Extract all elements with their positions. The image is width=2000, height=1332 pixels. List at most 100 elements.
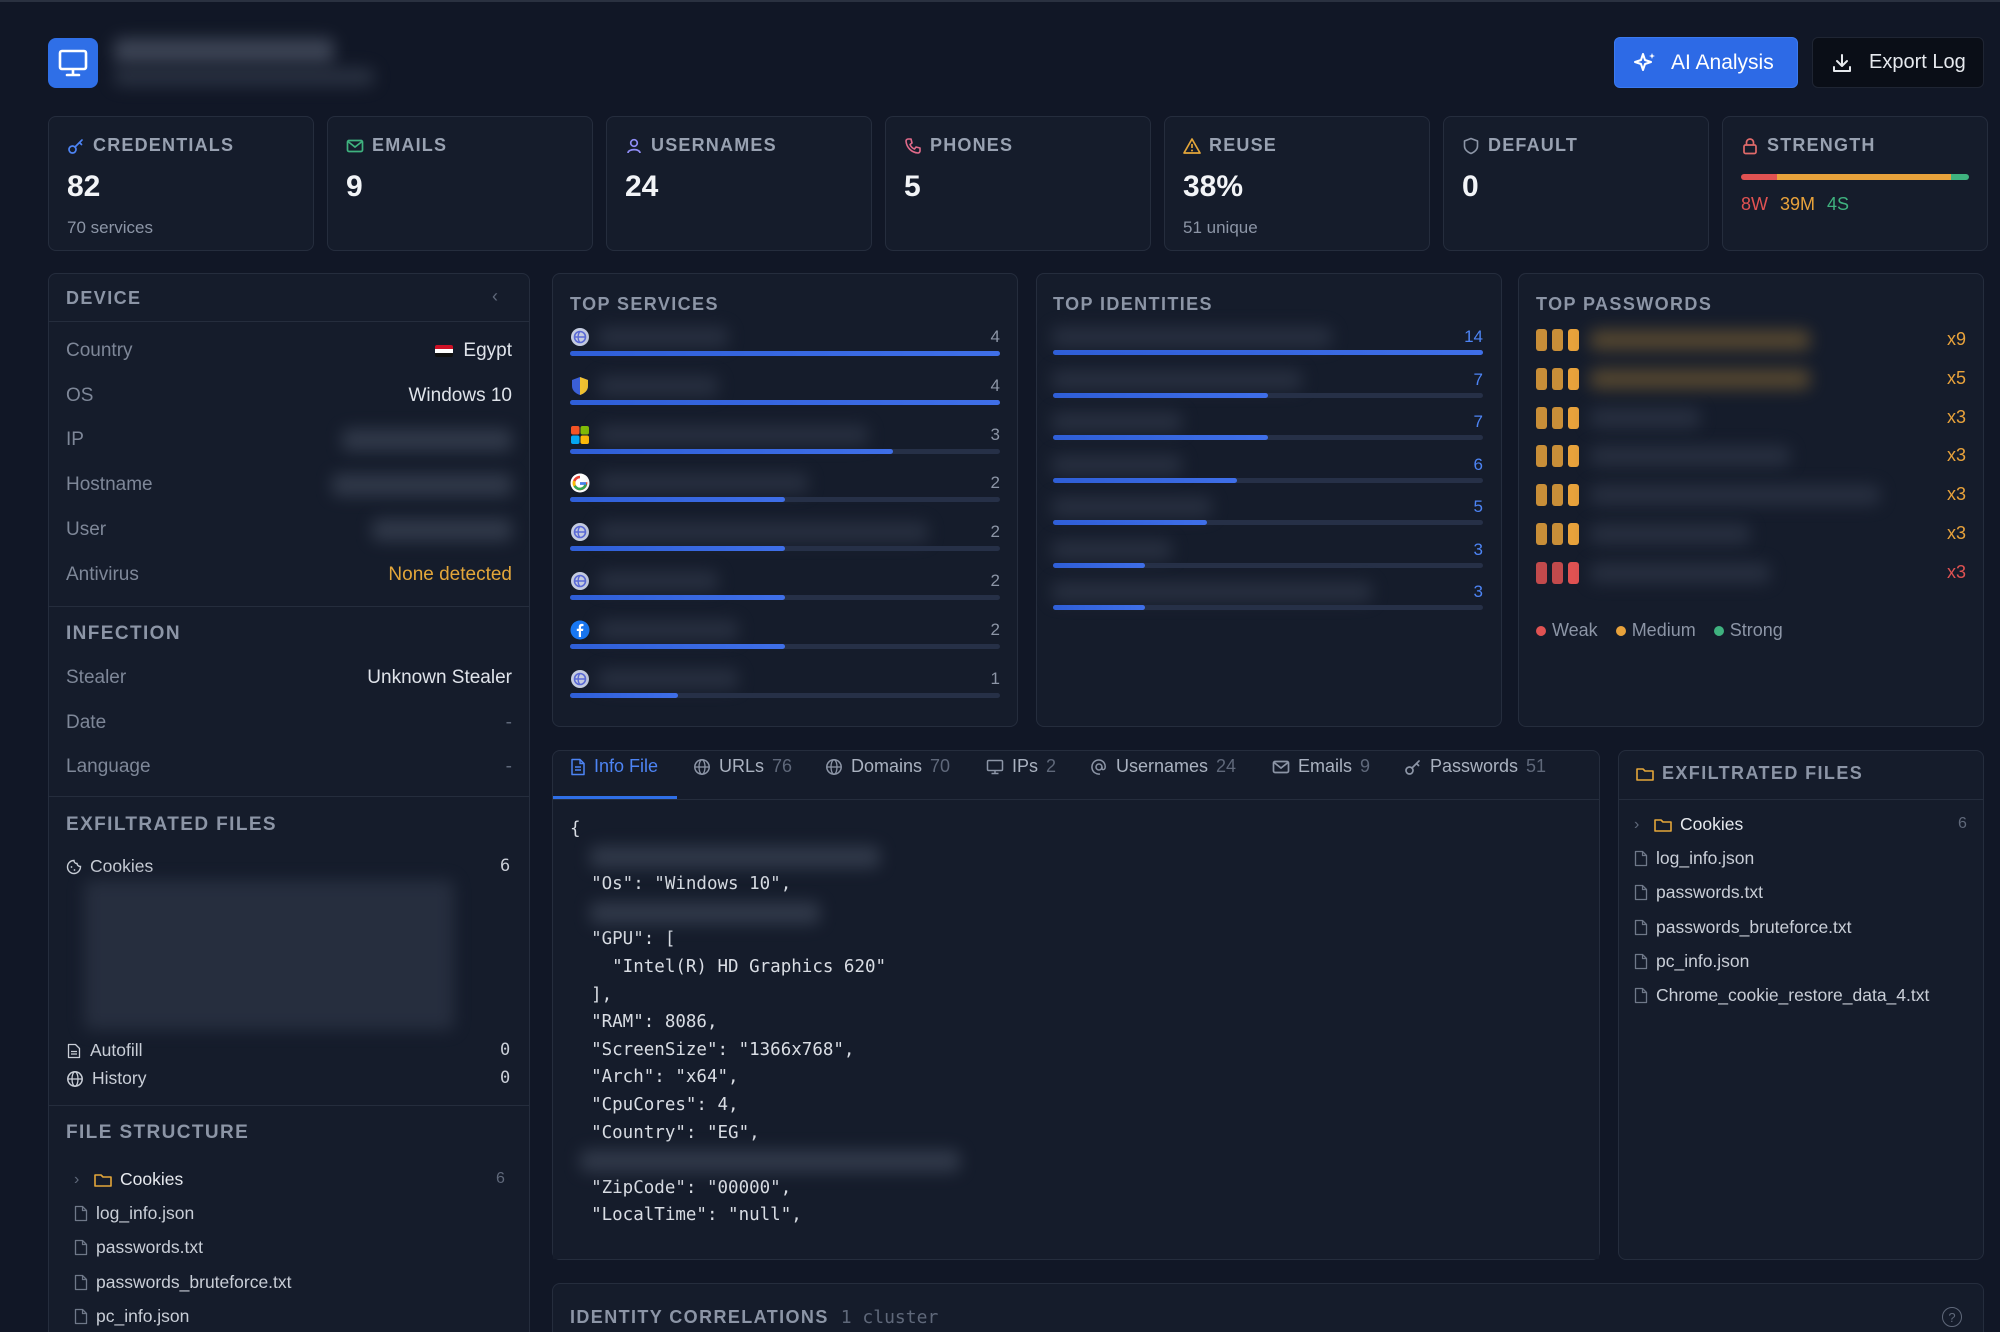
service-count: 2	[990, 473, 1000, 493]
tree-file[interactable]: log_info.json	[74, 1203, 194, 1224]
top-services-title: TOP SERVICES	[570, 294, 719, 314]
service-bar-fill	[570, 448, 893, 454]
tree-item-label: log_info.json	[96, 1203, 195, 1224]
stat-value: 24	[625, 170, 659, 203]
top-border	[0, 0, 2000, 2]
tab-ips[interactable]: IPs 2	[986, 756, 1056, 777]
exfil-files-title: EXFILTRATED FILES	[1662, 763, 1864, 783]
code-line: "RAM": 8086,	[570, 1012, 718, 1033]
strength-bar-medium	[1776, 174, 1952, 180]
tab-info-file[interactable]: Info File	[570, 756, 658, 777]
stat-header: REUSE	[1183, 135, 1411, 156]
password-strength-segment	[1536, 406, 1547, 429]
tab-count: 9	[1360, 756, 1371, 776]
service-bar-fill	[570, 595, 785, 600]
collapse-chevron-icon[interactable]: ‹	[492, 286, 498, 307]
stat-card-usernames: USERNAMES 24	[606, 116, 872, 251]
tree-file[interactable]: passwords_bruteforce.txt	[1634, 917, 1852, 938]
tab-count: 70	[930, 756, 951, 776]
tab-usernames[interactable]: Usernames 24	[1090, 756, 1236, 777]
tree-file[interactable]: Chrome_cookie_restore_data_4.txt	[1634, 985, 1929, 1006]
legend-strong: Strong	[1713, 620, 1783, 641]
tree-item-label: Cookies	[1680, 814, 1744, 834]
tab-passwords[interactable]: Passwords 51	[1404, 756, 1546, 777]
code-line: "Arch": "x64",	[570, 1067, 739, 1088]
mail-icon	[346, 137, 364, 155]
password-count: x3	[1946, 523, 1966, 543]
app-logo	[48, 38, 98, 88]
identity-count: 6	[1473, 454, 1483, 474]
password-legend: Weak Medium Strong	[1536, 620, 1783, 641]
redacted-service-name	[598, 424, 868, 445]
tree-item-label: pc_info.json	[1656, 950, 1750, 971]
tree-file[interactable]: passwords.txt	[74, 1237, 203, 1258]
redacted-password	[1590, 524, 1750, 544]
service-count: 3	[990, 424, 1000, 444]
export-log-button[interactable]: Export Log	[1812, 37, 1984, 88]
tree-item-label: Chrome_cookie_restore_data_4.txt	[1656, 985, 1930, 1005]
stat-label: REUSE	[1209, 135, 1278, 155]
help-icon[interactable]: ?	[1942, 1307, 1962, 1327]
redacted-service-name	[598, 522, 928, 543]
tree-item-label: passwords_bruteforce.txt	[96, 1271, 292, 1292]
redacted-password	[1590, 330, 1810, 350]
tab-domains[interactable]: Domains 70	[825, 756, 950, 777]
tree-file[interactable]: passwords.txt	[1634, 882, 1763, 903]
tree-item-label: pc_info.json	[96, 1305, 190, 1326]
stat-value: 9	[346, 170, 363, 203]
password-strength-segment	[1568, 445, 1579, 468]
tree-file[interactable]: log_info.json	[1634, 848, 1754, 869]
file-structure-title: FILE STRUCTURE	[66, 1122, 250, 1143]
stat-header: EMAILS	[346, 135, 574, 156]
tree-file[interactable]: pc_info.json	[1634, 951, 1749, 972]
device-row-value-text: Egypt	[463, 340, 512, 361]
chevron-right-icon[interactable]: ›	[1634, 816, 1646, 834]
redacted-password	[1590, 485, 1880, 506]
warning-icon	[1183, 137, 1201, 155]
device-row-os: OS Windows 10	[66, 385, 512, 407]
infection-row-stealer: Stealer Unknown Stealer	[66, 667, 512, 689]
tree-folder-cookies[interactable]: › Cookies	[74, 1169, 183, 1190]
password-strength-segment	[1568, 367, 1579, 390]
exfil-item-label: History	[92, 1068, 147, 1088]
device-row-key: Antivirus	[66, 563, 139, 585]
tab-count: 76	[772, 756, 793, 776]
exfil-item-cookies[interactable]: Cookies	[66, 856, 153, 877]
redacted-password	[1590, 446, 1790, 467]
file-icon	[1634, 884, 1648, 901]
device-row-country: Country Egypt	[66, 340, 512, 362]
tab-urls[interactable]: URLs 76	[693, 756, 792, 777]
infection-row-key: Language	[66, 756, 151, 778]
ai-analysis-button[interactable]: AI Analysis	[1614, 37, 1798, 88]
file-icon	[1634, 919, 1648, 936]
infection-row-key: Date	[66, 711, 107, 733]
redacted-service-name	[598, 571, 718, 591]
password-strength-segment	[1552, 445, 1563, 468]
exfil-item-autofill[interactable]: Autofill	[66, 1040, 143, 1061]
device-row-value: Egypt	[435, 340, 512, 362]
identity-bar-fill	[1053, 605, 1146, 610]
tree-file[interactable]: pc_info.json	[74, 1306, 189, 1327]
identity-bar-track	[1053, 392, 1483, 398]
password-strength-segment	[1536, 484, 1547, 507]
tree-folder-cookies[interactable]: › Cookies	[1634, 814, 1743, 835]
exfil-item-history[interactable]: History	[66, 1068, 146, 1089]
redacted-service-name	[598, 619, 738, 640]
identity-correlations-header: IDENTITY CORRELATIONS 1 cluster	[570, 1307, 938, 1328]
password-strength-segment	[1536, 561, 1547, 584]
file-icon	[570, 758, 586, 776]
password-strength-segment	[1552, 484, 1563, 507]
globe-icon	[570, 571, 590, 591]
service-bar-track	[570, 351, 1000, 356]
code-line: "Os": "Windows 10",	[570, 874, 792, 895]
download-icon	[1833, 53, 1851, 72]
folder-icon	[94, 1172, 112, 1188]
doc-icon	[66, 1043, 82, 1059]
chevron-right-icon[interactable]: ›	[74, 1171, 86, 1189]
code-line: "CpuCores": 4,	[570, 1095, 739, 1115]
password-strength-segment	[1568, 484, 1579, 507]
identity-bar-fill	[1053, 435, 1268, 440]
tab-emails[interactable]: Emails 9	[1272, 756, 1370, 777]
tree-file[interactable]: passwords_bruteforce.txt	[74, 1272, 292, 1293]
device-title: DEVICE	[66, 288, 142, 308]
